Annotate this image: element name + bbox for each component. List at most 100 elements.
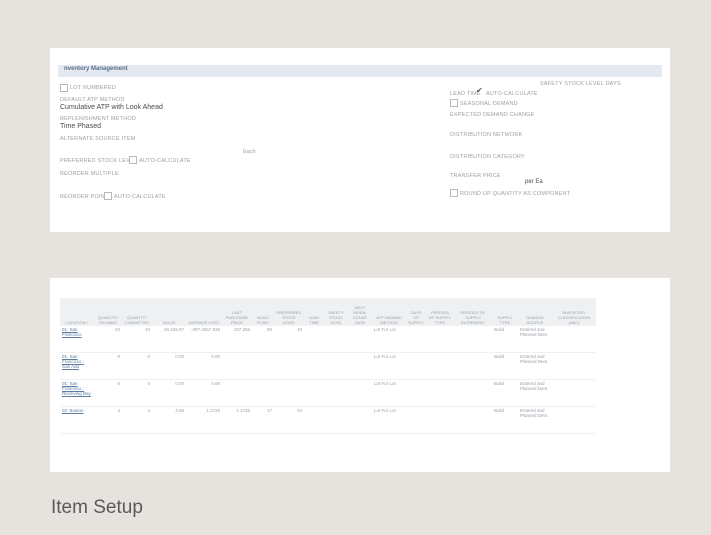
column-header[interactable]: SUPPLY TYPE [492, 298, 518, 326]
cell-preferred-stock [274, 379, 304, 407]
caption: Item Setup [51, 497, 143, 518]
column-header[interactable]: DAYS OF SUPPLY [406, 298, 426, 326]
location-link[interactable]: 01: San Francisco : Sub Add [60, 352, 94, 380]
column-header[interactable]: AVERAGE COST [186, 298, 222, 326]
replenishment-method-value: Time Phased [60, 123, 101, 130]
cell-atp-method: Lot For Lot [372, 406, 406, 434]
cell-committed: 4 [122, 406, 152, 434]
reorder-point-label: REORDER POINT [60, 194, 109, 200]
safety-stock-label: SAFETY STOCK LEVEL DAYS [540, 81, 621, 87]
locations-panel: LOCATION ↑ QUANTITY ON HAND QUANTITY COM… [50, 278, 670, 472]
table-row: 01: San Francisco : Receiving Bay 0 0 0.… [60, 379, 596, 407]
cell-demand-source: Entered and Planned Dem. [518, 406, 552, 434]
cell-value: 0.00 [152, 352, 186, 380]
locations-table: LOCATION ↑ QUANTITY ON HAND QUANTITY COM… [60, 298, 596, 434]
cell-committed: 10 [122, 326, 152, 353]
seasonal-demand-checkbox[interactable] [450, 99, 458, 107]
section-title: nventory Management [64, 66, 128, 72]
cell-atp-method: Lot For Lot [372, 352, 406, 380]
column-header[interactable]: LEAD TIME [304, 298, 324, 326]
cell-committed: 0 [122, 379, 152, 407]
replenishment-method-label: REPLENISHMENT METHOD [60, 116, 137, 122]
cell-value: 20,425.97 [152, 326, 186, 353]
column-header[interactable]: LOCATION ↑ [60, 298, 94, 326]
cell-lead-time [304, 352, 324, 380]
column-header[interactable]: QUANTITY ON HAND [94, 298, 122, 326]
cell-average-cost: -397.2557 838 [186, 326, 222, 353]
column-header[interactable]: PERIODS OF SUPPLY INCREMENT [454, 298, 492, 326]
cell-periods-increment [454, 326, 492, 353]
cell-committed: 0 [122, 352, 152, 380]
cell-next-count-date [348, 352, 372, 380]
cell-on-hand: -10 [94, 326, 122, 353]
cell-inventory-classification [552, 352, 596, 380]
cell-atp-method: Lot For Lot [372, 326, 406, 353]
cell-safety-stock [324, 326, 348, 353]
cell-supply-type: Build [492, 406, 518, 434]
column-header[interactable]: LAST PURCHASE PRICE [222, 298, 252, 326]
column-header[interactable]: PREFERRED STOCK LEVEL [274, 298, 304, 326]
round-up-quantity-checkbox[interactable] [450, 189, 458, 197]
cell-on-hand: 0 [94, 352, 122, 380]
cell-demand-source: Entered and Planned Dem. [518, 326, 552, 353]
cell-demand-source: Entered and Planned Dem. [518, 379, 552, 407]
location-link[interactable]: 01: San Francisco : Receiving Bay [60, 379, 94, 407]
cell-inventory-classification [552, 379, 596, 407]
column-header[interactable]: PERIODS OF SUPPLY TYPE [426, 298, 454, 326]
cell-next-count-date [348, 379, 372, 407]
cell-value: 0.00 [152, 379, 186, 407]
preferred-stock-auto-calculate-checkbox[interactable] [129, 156, 137, 164]
cell-lead-time [304, 326, 324, 353]
cell-safety-stock [324, 352, 348, 380]
cell-days-of-supply [406, 379, 426, 407]
column-header[interactable]: QUANTITY COMMITTED [122, 298, 152, 326]
lead-time-auto-calculate-checkbox[interactable]: ✔ [476, 86, 483, 95]
units-label: Each [243, 149, 256, 155]
cell-last-purchase-price: 1.1725 [222, 406, 252, 434]
lot-numbered-label: LOT NUMBERED [70, 85, 116, 91]
cell-build-point [252, 352, 274, 380]
lot-numbered-checkbox[interactable] [60, 84, 68, 92]
cell-next-count-date [348, 326, 372, 353]
column-header[interactable]: VALUE [152, 298, 186, 326]
round-up-quantity-label: ROUND UP QUANTITY AS COMPONENT [460, 191, 571, 197]
lead-time-auto-calculate-label: AUTO-CALCULATE [486, 91, 538, 97]
location-link[interactable]: 01: San Francisco [60, 326, 94, 353]
cell-last-purchase-price: 197.255 [222, 326, 252, 353]
cell-periods-type [426, 326, 454, 353]
table-row: 02: Boston 4 4 4.68 1.1725 1.1725 17 34 … [60, 406, 596, 434]
cell-lead-time [304, 379, 324, 407]
cell-last-purchase-price [222, 352, 252, 380]
cell-average-cost: 0.00 [186, 379, 222, 407]
cell-supply-type: Build [492, 379, 518, 407]
cell-value: 4.68 [152, 406, 186, 434]
cell-build-point: 17 [252, 406, 274, 434]
cell-average-cost: 1.1725 [186, 406, 222, 434]
table-row: 01: San Francisco -10 10 20,425.97 -397.… [60, 326, 596, 353]
column-header[interactable]: INVENTORY CLASSIFICATION (ABC) [552, 298, 596, 326]
cell-days-of-supply [406, 352, 426, 380]
cell-average-cost: 0.00 [186, 352, 222, 380]
preferred-stock-auto-calculate-label: AUTO-CALCULATE [139, 158, 191, 164]
reorder-point-auto-calculate-checkbox[interactable] [104, 192, 112, 200]
column-header[interactable]: NEXT INVEN. COUNT DATE [348, 298, 372, 326]
cell-periods-increment [454, 406, 492, 434]
column-header[interactable]: BUILD POINT [252, 298, 274, 326]
alternate-source-item-label: ALTERNATE SOURCE ITEM [60, 136, 136, 142]
cell-inventory-classification [552, 326, 596, 353]
distribution-network-label: DISTRIBUTION NETWORK [450, 132, 523, 138]
cell-safety-stock [324, 379, 348, 407]
column-header[interactable]: SAFETY STOCK LEVEL [324, 298, 348, 326]
cell-demand-source: Entered and Planned Dem. [518, 352, 552, 380]
distribution-category-label: DISTRIBUTION CATEGORY [450, 154, 525, 160]
column-header[interactable]: ATP DEMAND METHOD [372, 298, 406, 326]
table-header-row: LOCATION ↑ QUANTITY ON HAND QUANTITY COM… [60, 298, 596, 326]
transfer-price-label: TRANSFER PRICE [450, 173, 501, 179]
cell-days-of-supply [406, 406, 426, 434]
location-link[interactable]: 02: Boston [60, 406, 94, 434]
cell-periods-type [426, 352, 454, 380]
column-header[interactable]: DEMAND SOURCE [518, 298, 552, 326]
seasonal-demand-label: SEASONAL DEMAND [460, 101, 518, 107]
transfer-price-unit: per Ea [525, 179, 543, 185]
default-atp-method-label: DEFAULT ATP METHOD [60, 97, 125, 103]
